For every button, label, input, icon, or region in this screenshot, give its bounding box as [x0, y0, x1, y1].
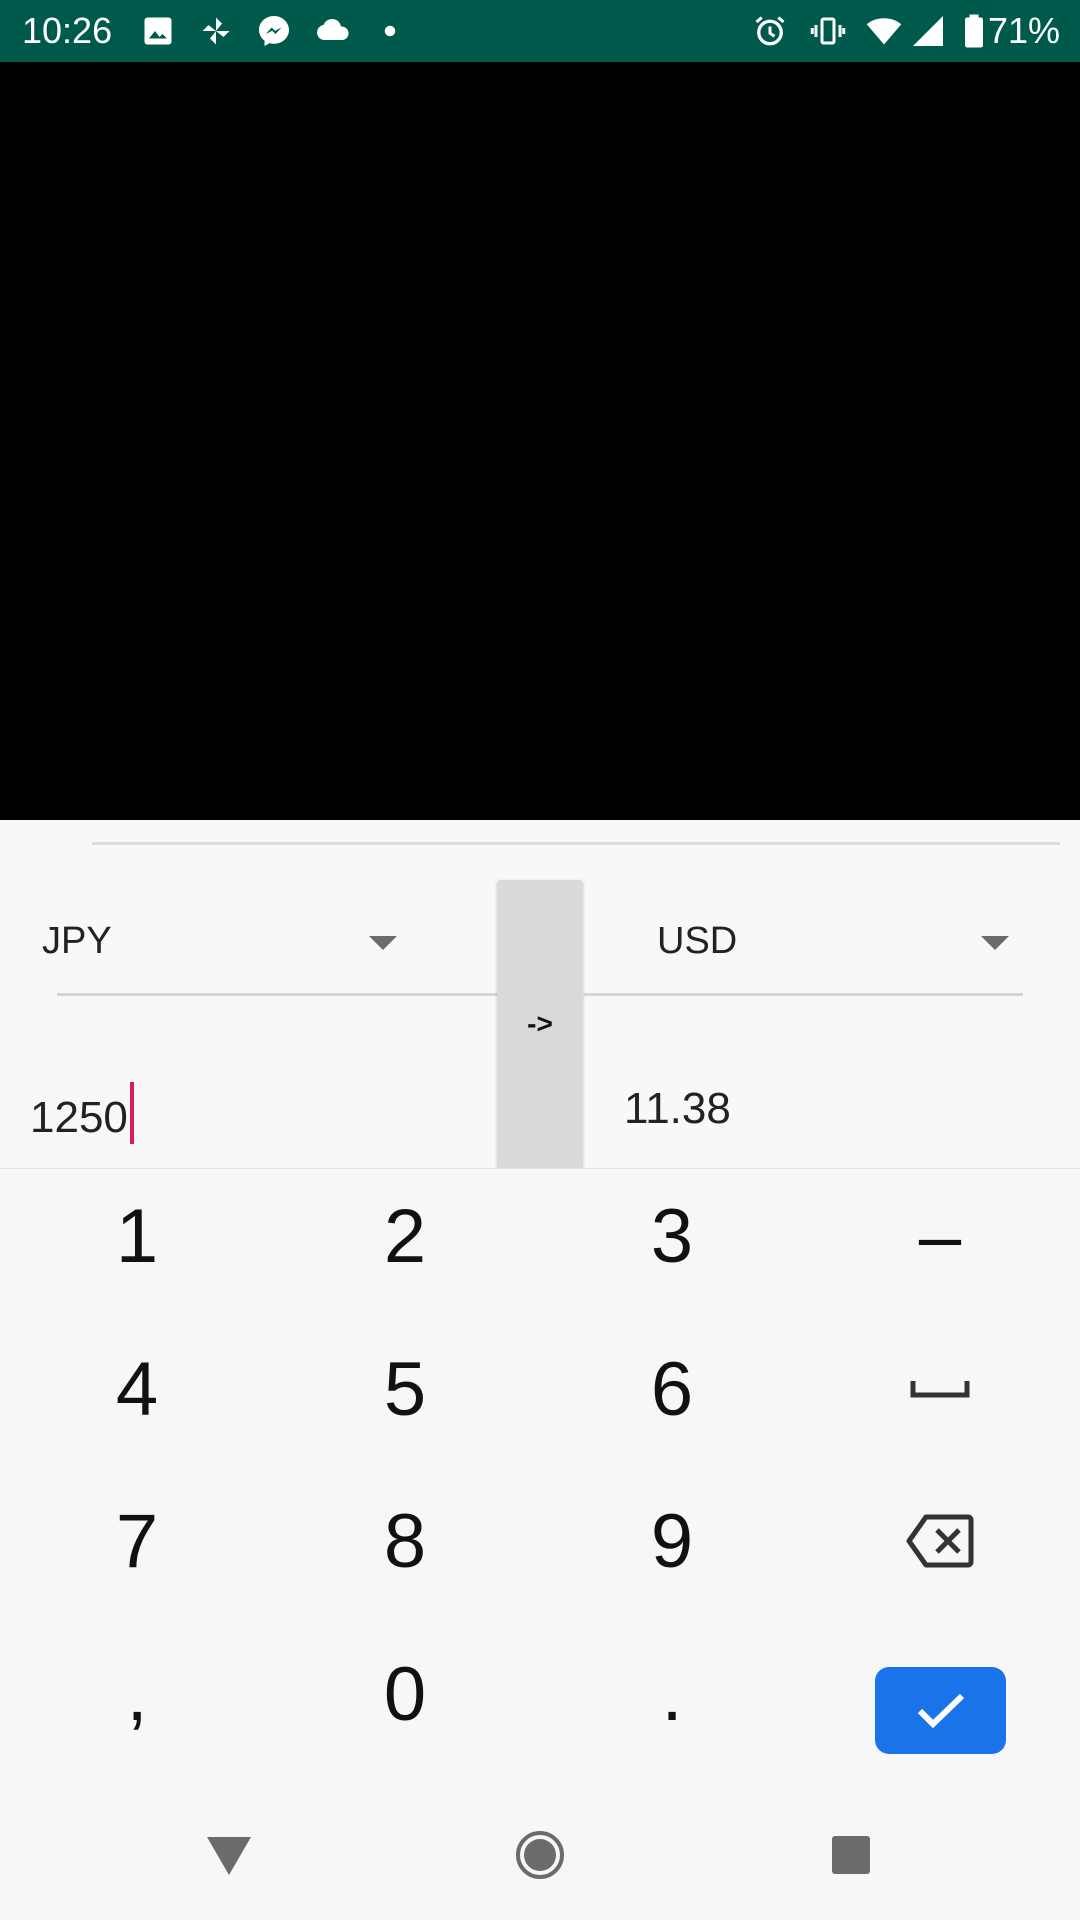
- gallery-icon: [140, 13, 176, 49]
- from-currency-label: JPY: [42, 920, 112, 962]
- to-currency-spinner[interactable]: USD: [583, 896, 1023, 996]
- messenger-icon: [256, 13, 292, 49]
- cloud-icon: [314, 13, 350, 49]
- key-6[interactable]: 6: [572, 1329, 772, 1449]
- battery-percentage: 71%: [987, 10, 1060, 51]
- key-9[interactable]: 9: [572, 1481, 772, 1601]
- system-nav-bar: [0, 1788, 1080, 1920]
- battery-icon: [956, 13, 992, 49]
- chevron-down-icon: [369, 936, 397, 950]
- converter-panel: JPY -> USD 1250 11.38: [0, 820, 1080, 1168]
- key-comma[interactable]: ,: [37, 1634, 237, 1754]
- from-currency-spinner[interactable]: JPY: [42, 896, 497, 996]
- space-icon: [910, 1381, 970, 1398]
- chevron-down-icon: [981, 936, 1009, 950]
- swap-convert-button[interactable]: ->: [497, 880, 583, 1168]
- key-3[interactable]: 3: [572, 1176, 772, 1296]
- backspace-icon: [906, 1514, 974, 1568]
- key-minus[interactable]: –: [840, 1176, 1040, 1296]
- status-time: 10:26: [22, 10, 113, 51]
- key-1[interactable]: 1: [37, 1176, 237, 1296]
- vibrate-icon: [810, 13, 846, 49]
- key-4[interactable]: 4: [37, 1329, 237, 1449]
- key-period[interactable]: .: [572, 1634, 772, 1754]
- dot-icon: [372, 13, 408, 49]
- pinwheel-icon: [198, 13, 234, 49]
- status-bar: 10:26 71%: [0, 0, 1080, 62]
- numeric-keypad: 1 2 3 – 4 5 6 7 8 9 , 0 .: [0, 1168, 1080, 1789]
- to-currency-label: USD: [657, 920, 738, 962]
- alarm-icon: [752, 13, 788, 49]
- from-amount-input[interactable]: 1250: [30, 1082, 134, 1145]
- text-cursor: [129, 1082, 134, 1144]
- signal-icon: [910, 13, 946, 49]
- spinner-underline: [57, 993, 497, 996]
- key-5[interactable]: 5: [305, 1329, 505, 1449]
- media-area: [0, 62, 1080, 820]
- recents-icon[interactable]: [826, 1830, 876, 1880]
- divider: [92, 842, 1060, 845]
- from-amount-text: 1250: [30, 1093, 128, 1142]
- to-amount-field[interactable]: 11.38: [624, 1082, 731, 1136]
- key-8[interactable]: 8: [305, 1481, 505, 1601]
- spinner-underline: [583, 993, 1023, 996]
- home-icon[interactable]: [515, 1830, 565, 1880]
- key-0[interactable]: 0: [305, 1634, 505, 1754]
- back-icon[interactable]: [204, 1830, 254, 1880]
- space-key[interactable]: [840, 1329, 1040, 1449]
- done-button[interactable]: [875, 1667, 1006, 1754]
- key-7[interactable]: 7: [37, 1481, 237, 1601]
- backspace-key[interactable]: [840, 1481, 1040, 1601]
- key-2[interactable]: 2: [305, 1176, 505, 1296]
- wifi-icon: [866, 13, 902, 49]
- checkmark-icon: [917, 1693, 964, 1728]
